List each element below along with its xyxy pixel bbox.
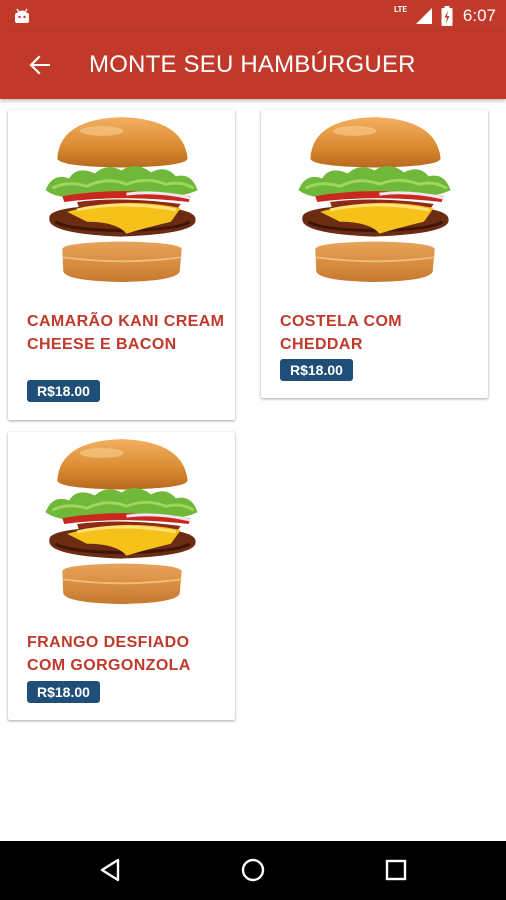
system-nav-bar (0, 841, 506, 900)
burger-image (8, 110, 235, 300)
product-name: COSTELA COM CHEDDAR (280, 313, 403, 353)
burger-image (261, 110, 488, 300)
arrow-left-icon[interactable] (24, 49, 56, 81)
burger-image (8, 432, 235, 622)
product-name: FRANGO DESFIADO COM GORGONZOLA (27, 634, 191, 674)
page-title: MONTE SEU HAMBÚRGUER (89, 51, 416, 78)
app-bar: MONTE SEU HAMBÚRGUER (0, 31, 506, 99)
android-icon (15, 8, 29, 23)
status-bar: LTE 6:07 (0, 0, 506, 31)
clock: 6:07 (462, 5, 496, 25)
price-badge: R$18.00 (27, 380, 100, 402)
circle-home-icon[interactable] (238, 855, 268, 885)
product-name: CAMARÃO KANI CREAM CHEESE E BACON (27, 313, 225, 353)
battery-charging-icon (441, 5, 453, 26)
signal-icon (415, 7, 432, 24)
square-recents-icon[interactable] (381, 855, 411, 885)
price-badge: R$18.00 (280, 359, 353, 381)
product-card[interactable]: CAMARÃO KANI CREAM CHEESE E BACON R$18.0… (8, 110, 235, 420)
triangle-back-icon[interactable] (96, 855, 126, 885)
product-card[interactable]: FRANGO DESFIADO COM GORGONZOLA R$18.00 (8, 432, 235, 720)
price-badge: R$18.00 (27, 681, 100, 703)
network-type-label: LTE (394, 5, 407, 14)
product-card[interactable]: COSTELA COM CHEDDAR R$18.00 (261, 110, 488, 398)
